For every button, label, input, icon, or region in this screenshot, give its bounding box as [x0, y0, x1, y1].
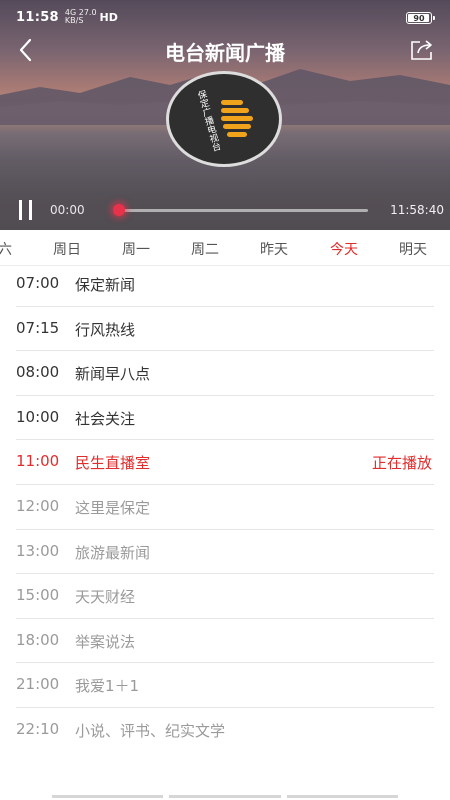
program-row[interactable]: 15:00 天天财经	[16, 574, 434, 619]
program-schedule: 07:00 保定新闻 07:15 行风热线 08:00 新闻早八点 10:00 社会关注 11:…	[0, 262, 450, 753]
station-logo: 保定广播电视台	[166, 71, 282, 167]
program-name: 举案说法	[75, 632, 136, 651]
program-name: 新闻早八点	[75, 365, 151, 384]
station-emblem-icon	[221, 100, 253, 137]
program-row[interactable]: 12:00 这里是保定	[16, 485, 434, 530]
program-time: 18:00	[16, 630, 60, 649]
program-name: 行风热线	[75, 320, 136, 339]
status-time: 11:58	[16, 9, 59, 25]
tab-tuesday[interactable]: 周二	[191, 239, 219, 259]
program-row[interactable]: 21:00 我爱1＋1	[16, 663, 434, 708]
program-row[interactable]: 07:15 行风热线	[16, 307, 434, 352]
pause-button[interactable]	[16, 198, 36, 222]
hd-indicator: HD	[99, 10, 118, 24]
program-name: 旅游最新闻	[75, 543, 151, 562]
now-playing-badge: 正在播放	[371, 454, 432, 473]
program-time: 15:00	[16, 586, 60, 605]
program-row[interactable]: 08:00 新闻早八点	[16, 351, 434, 396]
back-button[interactable]	[12, 34, 40, 66]
program-time: 22:10	[16, 719, 60, 738]
program-row[interactable]: 18:00 举案说法	[16, 619, 434, 664]
program-name: 小说、评书、纪实文学	[75, 721, 226, 740]
player-controls: 00:00 11:58:40	[0, 196, 450, 226]
status-bar: 11:58 4G 27.0 KB/S HD 90	[0, 0, 450, 34]
share-icon	[411, 40, 432, 60]
program-row[interactable]: 11:00 民生直播室 正在播放	[16, 440, 434, 485]
nav-bar: 电台新闻广播	[0, 34, 450, 66]
tab-monday[interactable]: 周一	[122, 239, 150, 259]
program-name: 天天财经	[75, 588, 136, 607]
program-name: 这里是保定	[75, 498, 151, 517]
page-title: 电台新闻广播	[165, 41, 285, 65]
program-row[interactable]: 22:10 小说、评书、纪实文学	[16, 708, 434, 753]
program-time: 11:00	[16, 452, 60, 471]
program-time: 21:00	[16, 675, 60, 694]
player-header: 11:58 4G 27.0 KB/S HD 90 电台新闻广播 保定广播电视台	[0, 0, 450, 230]
program-time: 07:00	[16, 274, 60, 292]
network-indicator: 4G 27.0 KB/S	[64, 8, 97, 25]
tab-sunday[interactable]: 周日	[53, 239, 81, 259]
chevron-left-icon	[19, 38, 32, 62]
progress-thumb[interactable]	[113, 204, 125, 216]
program-name: 我爱1＋1	[75, 677, 140, 696]
program-row[interactable]: 07:00 保定新闻	[16, 262, 434, 307]
program-time: 07:15	[16, 318, 60, 337]
program-time: 08:00	[16, 363, 60, 382]
tab-tomorrow[interactable]: 明天	[399, 239, 427, 259]
tab-saturday[interactable]: 六	[0, 239, 12, 259]
program-time: 12:00	[16, 496, 60, 515]
battery-icon: 90	[406, 12, 435, 24]
progress-track[interactable]	[118, 209, 368, 212]
program-time: 13:00	[16, 541, 60, 560]
total-duration: 11:58:40	[390, 203, 444, 217]
tab-today[interactable]: 今天	[330, 239, 358, 259]
program-name: 社会关注	[75, 409, 136, 428]
bottom-indicator	[52, 795, 398, 798]
program-row[interactable]: 13:00 旅游最新闻	[16, 530, 434, 575]
day-tabs: 六 周日 周一 周二 昨天 今天 明天	[0, 230, 450, 266]
program-name: 保定新闻	[75, 276, 136, 294]
program-row[interactable]: 10:00 社会关注	[16, 396, 434, 441]
program-time: 10:00	[16, 407, 60, 426]
share-button[interactable]	[408, 36, 436, 64]
tab-yesterday[interactable]: 昨天	[260, 239, 288, 259]
program-name: 民生直播室	[75, 454, 151, 473]
elapsed-time: 00:00	[50, 203, 85, 217]
